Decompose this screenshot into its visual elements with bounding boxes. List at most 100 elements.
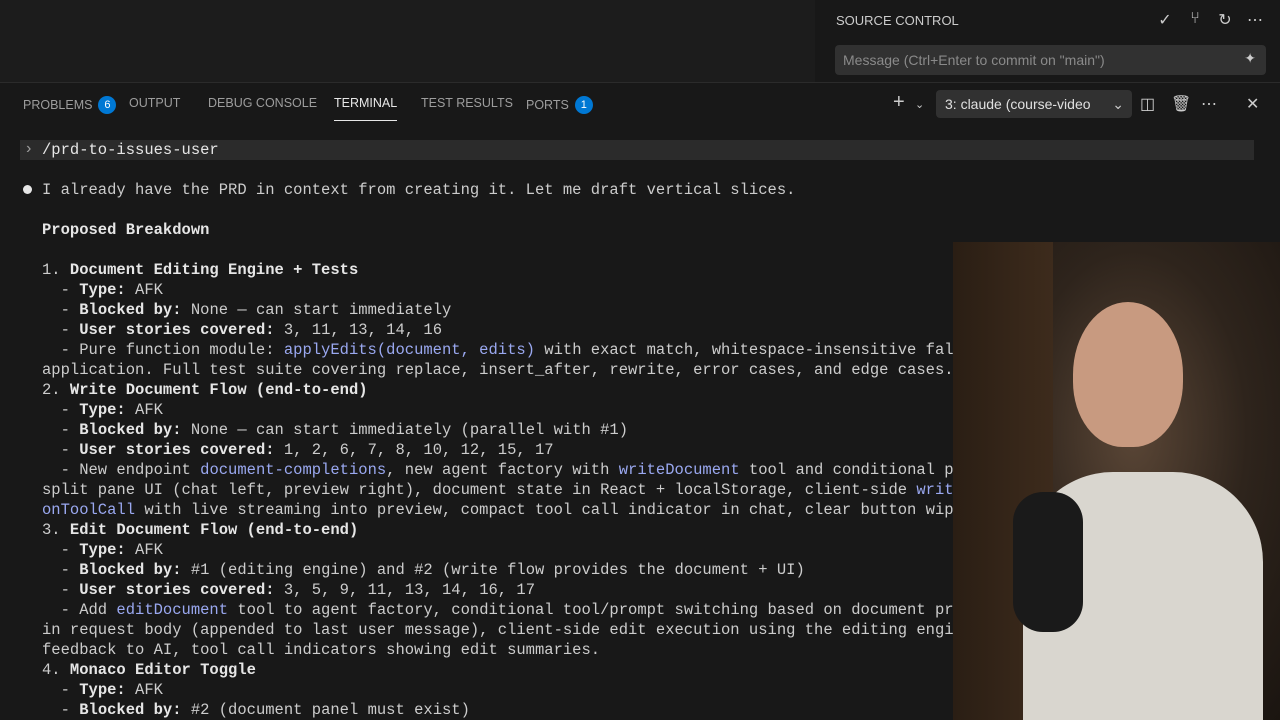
source-control-title: SOURCE CONTROL bbox=[836, 13, 959, 28]
chevron-right-icon: › bbox=[24, 140, 34, 158]
terminal-line: - Type: AFK bbox=[42, 280, 163, 300]
tab-terminal[interactable]: TERMINAL bbox=[334, 96, 398, 121]
text: application. Full test suite covering re… bbox=[42, 361, 954, 379]
more-icon[interactable]: ⋯ bbox=[1201, 94, 1217, 114]
text: 1. bbox=[42, 261, 70, 279]
tab-problems[interactable]: PROBLEMS 6 bbox=[23, 96, 117, 114]
split-terminal-icon[interactable]: ◫ bbox=[1140, 94, 1155, 114]
terminal-command: /prd-to-issues-user bbox=[42, 141, 219, 159]
text: AFK bbox=[125, 681, 163, 699]
bold-text: Document Editing Engine + Tests bbox=[69, 261, 359, 279]
text: - bbox=[42, 681, 80, 699]
tab-label: PROBLEMS bbox=[23, 98, 93, 112]
bold-text: Blocked by: bbox=[79, 301, 182, 319]
text: - bbox=[42, 561, 80, 579]
tab-test-results[interactable]: TEST RESULTS bbox=[421, 96, 513, 110]
text: None — can start immediately bbox=[181, 301, 452, 319]
bold-text: Proposed Breakdown bbox=[42, 221, 210, 239]
more-icon[interactable]: ⋯ bbox=[1246, 10, 1264, 30]
code-text: writ bbox=[916, 481, 954, 499]
bold-text: User stories covered: bbox=[79, 441, 275, 459]
source-control-panel: SOURCE CONTROL ✓ ⑂ ↻ ⋯ Message (Ctrl+Ent… bbox=[815, 0, 1280, 82]
chevron-down-icon[interactable]: ⌄ bbox=[915, 98, 924, 111]
check-icon[interactable]: ✓ bbox=[1156, 10, 1174, 30]
terminal-line: - Type: AFK bbox=[42, 400, 163, 420]
panel-tab-bar: PROBLEMS 6 OUTPUT DEBUG CONSOLE TERMINAL … bbox=[0, 82, 1280, 125]
new-terminal-icon[interactable]: + bbox=[893, 91, 905, 114]
terminal-line: - Blocked by: None — can start immediate… bbox=[42, 420, 628, 440]
text: AFK bbox=[125, 541, 163, 559]
terminal-line: feedback to AI, tool call indicators sho… bbox=[42, 640, 600, 660]
terminal-line: - Type: AFK bbox=[42, 540, 163, 560]
text: feedback to AI, tool call indicators sho… bbox=[42, 641, 601, 659]
bold-text: Type: bbox=[79, 281, 126, 299]
ports-badge: 1 bbox=[574, 96, 593, 114]
text: 3, 5, 9, 11, 13, 14, 16, 17 bbox=[274, 581, 536, 599]
terminal-line: - Blocked by: #2 (document panel must ex… bbox=[42, 700, 470, 720]
microphone bbox=[1013, 492, 1083, 632]
text: - New endpoint bbox=[42, 461, 201, 479]
terminal-line: 3. Edit Document Flow (end-to-end) bbox=[42, 520, 358, 540]
trash-icon[interactable]: 🗑 bbox=[1171, 94, 1191, 114]
tab-label: PORTS bbox=[526, 98, 569, 112]
text: - bbox=[42, 281, 80, 299]
bold-text: Type: bbox=[79, 541, 126, 559]
sparkle-icon[interactable]: ✦ bbox=[1244, 50, 1256, 67]
presenter-head bbox=[1073, 302, 1183, 447]
text: - bbox=[42, 581, 80, 599]
bold-text: Edit Document Flow (end-to-end) bbox=[69, 521, 359, 539]
text: tool and conditional p bbox=[739, 461, 954, 479]
terminal-line: - Pure function module: applyEdits(docum… bbox=[42, 340, 954, 360]
code-text: applyEdits(document, edits) bbox=[283, 341, 535, 359]
webcam-overlay bbox=[953, 242, 1280, 720]
code-text: writeDocument bbox=[618, 461, 740, 479]
bold-text: Type: bbox=[79, 401, 126, 419]
text: I already have the PRD in context from c… bbox=[42, 181, 796, 199]
terminal-line: 4. Monaco Editor Toggle bbox=[42, 660, 256, 680]
terminal-line: - Add editDocument tool to agent factory… bbox=[42, 600, 954, 620]
text: in request body (appended to last user m… bbox=[42, 621, 954, 639]
commit-message-input[interactable]: Message (Ctrl+Enter to commit on "main")… bbox=[835, 45, 1266, 75]
tab-output[interactable]: OUTPUT bbox=[129, 96, 180, 110]
text: 4. bbox=[42, 661, 70, 679]
bullet-icon bbox=[23, 185, 32, 194]
text: - bbox=[42, 401, 80, 419]
tab-debug-console[interactable]: DEBUG CONSOLE bbox=[208, 96, 317, 110]
tab-label: DEBUG CONSOLE bbox=[208, 96, 318, 110]
commit-message-placeholder: Message (Ctrl+Enter to commit on "main") bbox=[843, 52, 1105, 68]
text: with live streaming into preview, compac… bbox=[135, 501, 954, 519]
terminal-line: split pane UI (chat left, preview right)… bbox=[42, 480, 954, 500]
code-text: onToolCall bbox=[42, 501, 136, 519]
close-icon[interactable]: ✕ bbox=[1246, 94, 1259, 114]
tab-ports[interactable]: PORTS 1 bbox=[526, 96, 593, 114]
terminal-line: in request body (appended to last user m… bbox=[42, 620, 954, 640]
text: AFK bbox=[125, 281, 163, 299]
terminal-line: - Blocked by: None — can start immediate… bbox=[42, 300, 452, 320]
problems-badge: 6 bbox=[98, 96, 117, 114]
text: split pane UI (chat left, preview right)… bbox=[42, 481, 917, 499]
terminal-prompt: › /prd-to-issues-user bbox=[20, 140, 1254, 160]
terminal-line: application. Full test suite covering re… bbox=[42, 360, 954, 380]
terminal-select[interactable]: 3: claude (course-video ⌄ bbox=[936, 90, 1132, 118]
bold-text: Blocked by: bbox=[79, 561, 182, 579]
text: - bbox=[42, 421, 80, 439]
terminal-line: 1. Document Editing Engine + Tests bbox=[42, 260, 358, 280]
text: AFK bbox=[125, 401, 163, 419]
text: 3, 11, 13, 14, 16 bbox=[274, 321, 442, 339]
text: - bbox=[42, 541, 80, 559]
bold-text: User stories covered: bbox=[79, 581, 275, 599]
code-text: document-completions bbox=[200, 461, 387, 479]
text: #2 (document panel must exist) bbox=[181, 701, 470, 719]
text: - Add bbox=[42, 601, 117, 619]
text: - bbox=[42, 321, 80, 339]
terminal-line: onToolCall with live streaming into prev… bbox=[42, 500, 954, 520]
text: - bbox=[42, 441, 80, 459]
terminal-line: - New endpoint document-completions, new… bbox=[42, 460, 954, 480]
text: 2. bbox=[42, 381, 70, 399]
chevron-down-icon: ⌄ bbox=[1112, 96, 1124, 112]
git-pull-request-create-icon[interactable]: ⑂ bbox=[1186, 10, 1204, 30]
terminal-line: - User stories covered: 3, 5, 9, 11, 13,… bbox=[42, 580, 535, 600]
refresh-icon[interactable]: ↻ bbox=[1216, 10, 1234, 30]
text: 1, 2, 6, 7, 8, 10, 12, 15, 17 bbox=[274, 441, 554, 459]
editor-area bbox=[0, 0, 815, 82]
